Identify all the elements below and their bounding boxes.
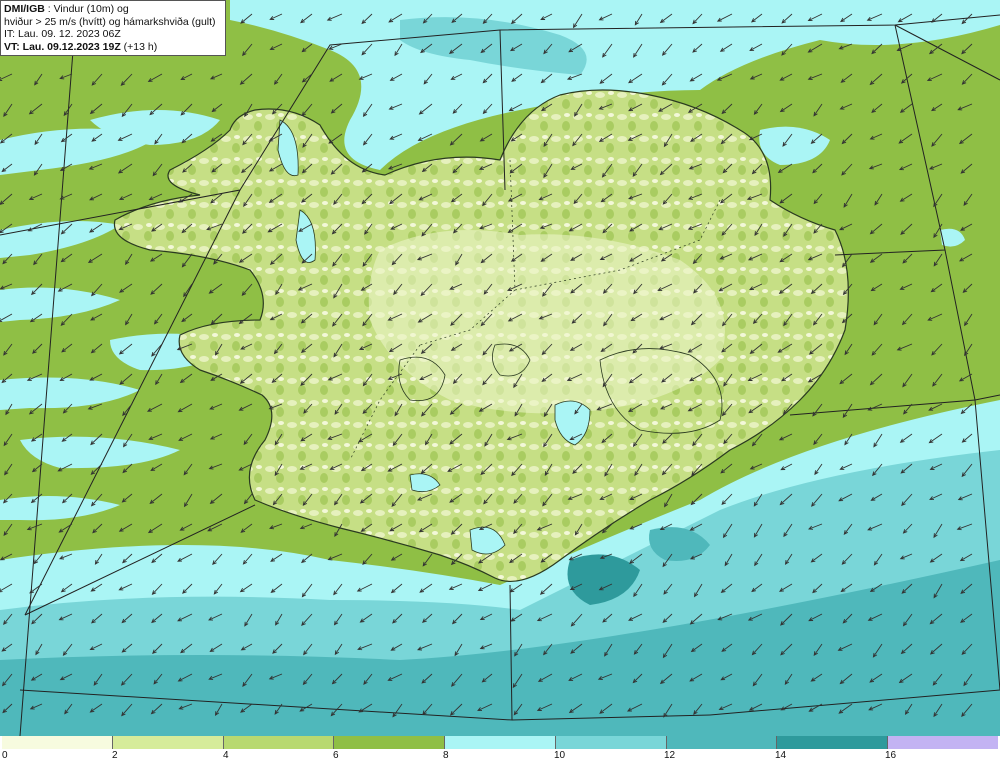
color-scale-label: 10 (554, 750, 566, 761)
color-scale-segment (112, 736, 224, 749)
color-scale-label: 0 (2, 750, 8, 761)
color-scale-label: 4 (223, 750, 229, 761)
color-scale-label: 12 (664, 750, 676, 761)
header-legend: DMI/IGB : Vindur (10m) og hviður > 25 m/… (0, 0, 226, 56)
color-scale-segment (777, 736, 889, 749)
color-scale-segment (555, 736, 667, 749)
source-label: DMI/IGB (4, 3, 45, 15)
color-scale-segment (666, 736, 778, 749)
color-scale-labels: 0 2 4 6 8 10 12 14 16 (0, 750, 1000, 764)
color-scale-segment (888, 736, 999, 749)
lead-time: (+13 h) (120, 40, 158, 53)
color-scale-bar (2, 736, 999, 749)
color-scale-label: 14 (775, 750, 787, 761)
title-line1: : Vindur (10m) og (44, 3, 129, 15)
color-scale-label: 16 (885, 750, 897, 761)
color-scale: 0 2 4 6 8 10 12 14 16 (0, 736, 1000, 764)
issue-time: IT: Lau. 09. 12. 2023 06Z (4, 28, 121, 40)
color-scale-segment (223, 736, 335, 749)
color-scale-segment (445, 736, 556, 749)
color-scale-label: 2 (112, 750, 118, 761)
wind-map (0, 0, 1000, 736)
color-scale-label: 8 (443, 750, 449, 761)
color-scale-segment (2, 736, 113, 749)
color-scale-segment (334, 736, 446, 749)
valid-time: VT: Lau. 09.12.2023 19Z (4, 40, 121, 53)
title-line2: hviður > 25 m/s (hvítt) og hámarkshviða … (4, 15, 216, 28)
color-scale-label: 6 (333, 750, 339, 761)
